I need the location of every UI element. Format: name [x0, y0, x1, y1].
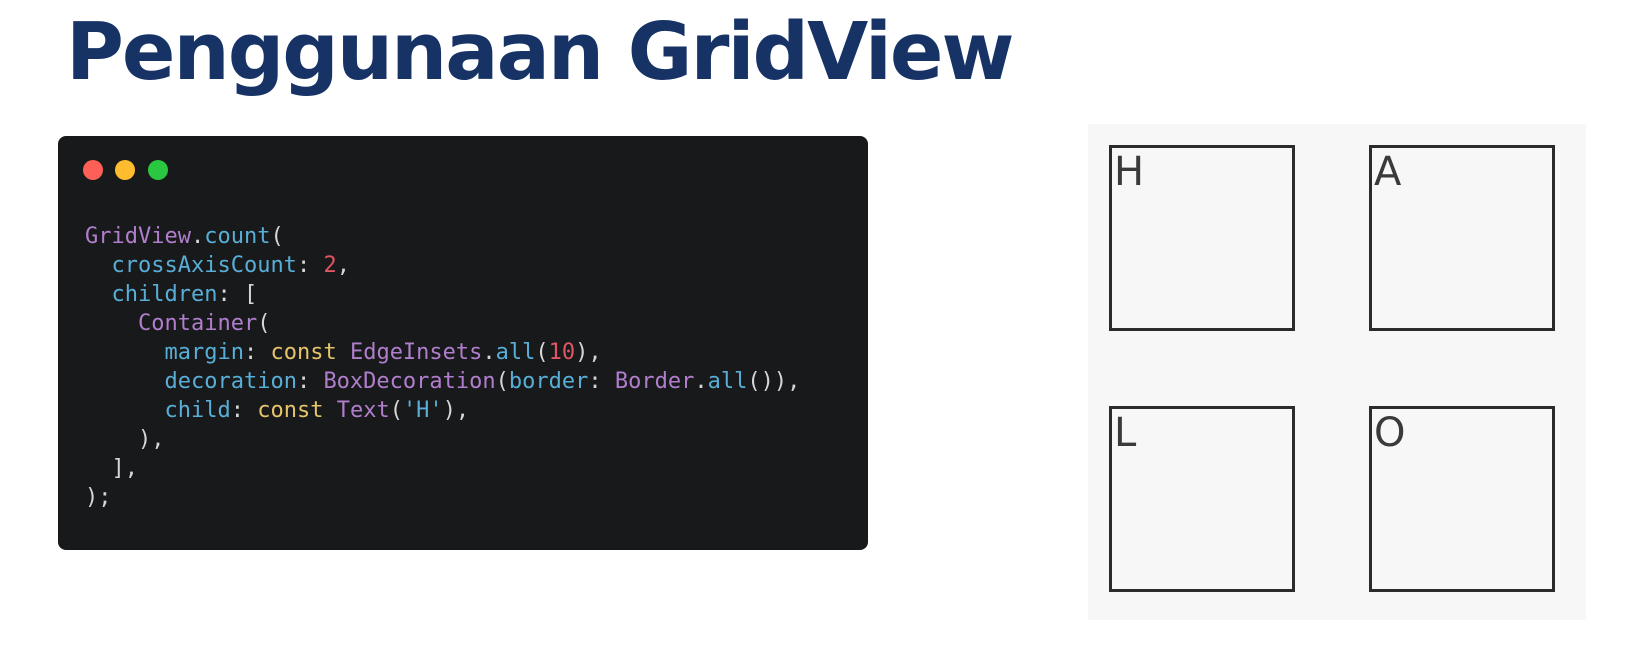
code-token: BoxDecoration [323, 369, 496, 394]
grid-cell-label: L [1114, 410, 1137, 456]
code-token: ], [85, 456, 138, 481]
grid-cell-label: A [1374, 149, 1402, 195]
code-token: ( [535, 340, 549, 365]
code-token: . [482, 340, 496, 365]
code-token: Text [336, 398, 390, 423]
code-token: crossAxisCount [111, 253, 297, 278]
code-token: ( [270, 224, 284, 249]
code-token: : [ [217, 282, 258, 307]
code-token: . [190, 224, 205, 249]
code-line: decoration: BoxDecoration(border: Border… [85, 369, 800, 394]
code-token: ), [575, 340, 602, 365]
grid-cell: H [1109, 145, 1295, 331]
code-token: ( [495, 369, 509, 394]
code-token: child [164, 398, 231, 423]
code-token: all [495, 340, 536, 365]
code-token: ()), [747, 369, 801, 394]
code-token: : [243, 340, 271, 365]
code-token: : [588, 369, 615, 394]
code-token: margin [164, 340, 244, 365]
gridview-preview: H A L O [1088, 124, 1586, 620]
grid-cell: O [1369, 406, 1555, 592]
code-line: child: const Text('H'), [85, 398, 469, 423]
code-token: const [270, 340, 337, 365]
code-token: count [204, 224, 271, 249]
code-token: 10 [548, 340, 576, 365]
code-token: ), [85, 427, 165, 452]
code-line: GridView.count( [85, 224, 284, 249]
code-line: ); [85, 485, 112, 510]
code-token: ), [442, 398, 470, 423]
maximize-dot-icon [148, 160, 168, 180]
code-token: ( [257, 311, 271, 336]
code-line: margin: const EdgeInsets.all(10), [85, 340, 602, 365]
page-title: Penggunaan GridView [66, 6, 1014, 98]
code-line: ), [85, 427, 165, 452]
minimize-dot-icon [115, 160, 135, 180]
code-token: 2 [323, 253, 337, 278]
code-token: children [111, 282, 218, 307]
grid-cell: A [1369, 145, 1555, 331]
code-line: crossAxisCount: 2, [85, 253, 350, 278]
code-token: : [230, 398, 258, 423]
grid-cell: L [1109, 406, 1295, 592]
code-token: 'H' [402, 398, 443, 423]
code-token: border [508, 369, 589, 394]
code-block: GridView.count( crossAxisCount: 2, child… [85, 222, 800, 512]
grid-cell-label: O [1374, 410, 1406, 456]
code-window: GridView.count( crossAxisCount: 2, child… [58, 136, 868, 550]
code-token: Border [614, 369, 695, 394]
close-dot-icon [83, 160, 103, 180]
code-token: , [336, 253, 350, 278]
grid-cell-label: H [1114, 149, 1145, 195]
code-token: . [694, 369, 708, 394]
code-token: Container [137, 311, 258, 336]
code-token: GridView [85, 224, 191, 249]
code-line: children: [ [85, 282, 258, 307]
code-token: all [707, 369, 748, 394]
code-token: EdgeInsets [349, 340, 483, 365]
code-token: decoration [164, 369, 297, 394]
code-line: Container( [85, 311, 270, 336]
code-token: const [257, 398, 324, 423]
code-token: ( [389, 398, 403, 423]
code-token: : [296, 369, 324, 394]
code-line: ], [85, 456, 138, 481]
code-token: ); [85, 485, 112, 510]
code-token: : [296, 253, 324, 278]
